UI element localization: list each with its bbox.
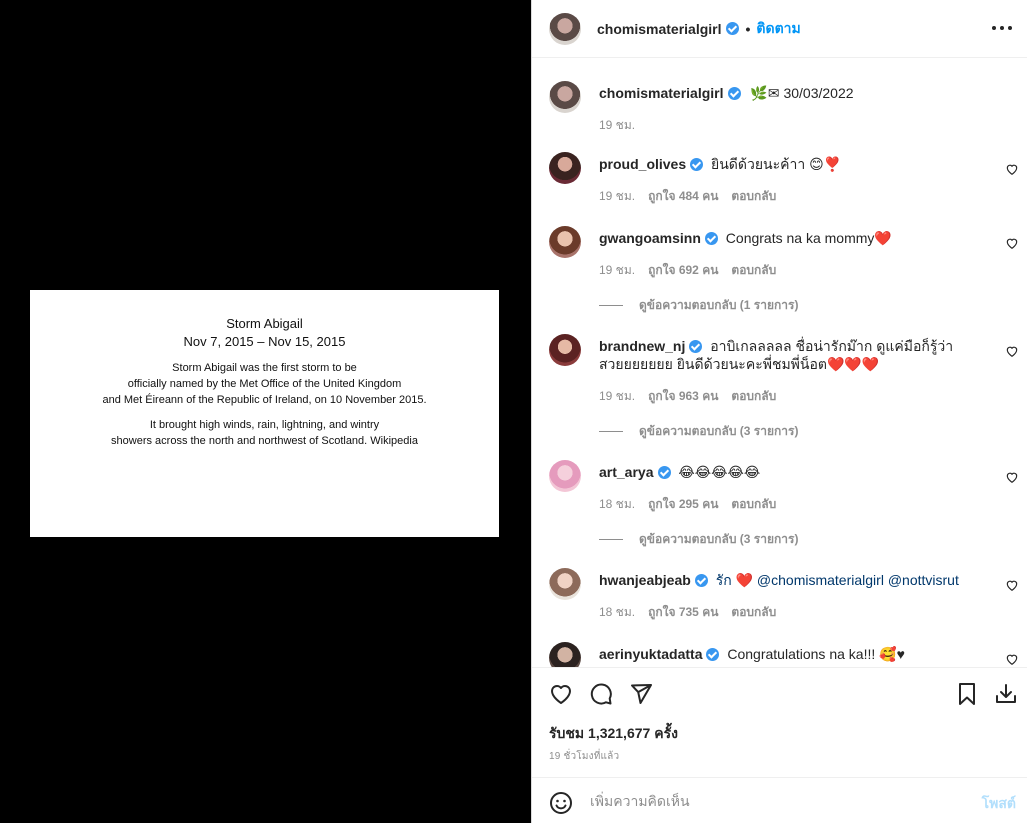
post-panel: chomismaterialgirl • ติดตาม chomismateri… [531, 0, 1027, 823]
comment-time[interactable]: 18 ชม. [599, 603, 635, 622]
comment-time[interactable]: 19 ชม. [599, 261, 635, 280]
add-comment-bar: โพสต์ [532, 777, 1027, 823]
reply-button[interactable]: ตอบกลับ [731, 187, 776, 206]
caption: chomismaterialgirl 🌿✉ 30/03/2022 19 ชม. [549, 81, 1019, 141]
like-comment-heart-icon[interactable] [1005, 652, 1019, 666]
verified-icon [706, 648, 720, 661]
commenter-avatar[interactable] [549, 642, 581, 667]
comment-text: รัก ❤️ @chomismaterialgirl @nottvisrut [715, 572, 959, 588]
verified-icon [690, 158, 704, 171]
like-comment-heart-icon[interactable] [1005, 236, 1019, 250]
comment-time[interactable]: 19 ชม. [599, 187, 635, 206]
comment-username[interactable]: brandnew_nj [599, 338, 685, 354]
reply-button[interactable]: ตอบกลับ [731, 603, 776, 622]
like-heart-icon[interactable] [549, 682, 573, 706]
verified-icon [689, 340, 703, 353]
post-time[interactable]: 19 ชั่วโมงที่แล้ว [549, 749, 619, 764]
comment-likes[interactable]: ถูกใจ 963 คน [648, 387, 718, 406]
post-media: Storm Abigail Nov 7, 2015 – Nov 15, 2015… [0, 0, 531, 823]
author-username[interactable]: chomismaterialgirl [597, 21, 722, 37]
comment-text: Congratulations na ka!!! 🥰♥ [727, 646, 905, 662]
comment-username[interactable]: art_arya [599, 464, 654, 480]
comments-list[interactable]: chomismaterialgirl 🌿✉ 30/03/2022 19 ชม. … [532, 59, 1027, 667]
caption-time: 19 ชม. [599, 118, 636, 132]
verified-icon [704, 232, 718, 245]
commenter-avatar[interactable] [549, 568, 581, 600]
comment-icon[interactable] [589, 682, 613, 706]
view-count[interactable]: รับชม 1,321,677 ครั้ง [549, 723, 678, 745]
follow-button[interactable]: ติดตาม [756, 18, 800, 40]
comment-username[interactable]: hwanjeabjeab [599, 572, 691, 588]
like-comment-heart-icon[interactable] [1005, 470, 1019, 484]
comment-likes[interactable]: ถูกใจ 295 คน [648, 495, 718, 514]
like-comment-heart-icon[interactable] [1005, 578, 1019, 592]
comment-likes[interactable]: ถูกใจ 484 คน [648, 187, 718, 206]
comment-text: ยินดีด้วยนะค้าา 😊❣️ [711, 156, 842, 172]
commenter-avatar[interactable] [549, 334, 581, 366]
comment-item: art_arya 😂😂😂😂😂 18 ชม. ถูกใจ 295 คน ตอบกล… [549, 460, 1019, 560]
verified-icon [725, 22, 739, 35]
comment-item: proud_olives ยินดีด้วยนะค้าา 😊❣️ 19 ชม. … [549, 152, 1019, 212]
comment-item: hwanjeabjeab รัก ❤️ @chomismaterialgirl … [549, 568, 1019, 628]
comment-time[interactable]: 19 ชม. [599, 387, 635, 406]
commenter-avatar[interactable] [549, 460, 581, 492]
download-icon[interactable] [994, 682, 1018, 706]
caption-text: 🌿✉ 30/03/2022 [750, 85, 854, 101]
comment-time[interactable]: 18 ชม. [599, 495, 635, 514]
commenter-avatar[interactable] [549, 226, 581, 258]
comment-text: 😂😂😂😂😂 [678, 464, 761, 480]
verified-icon [657, 466, 671, 479]
caption-username[interactable]: chomismaterialgirl [599, 85, 724, 101]
save-bookmark-icon[interactable] [955, 682, 979, 706]
reply-button[interactable]: ตอบกลับ [731, 387, 776, 406]
like-comment-heart-icon[interactable] [1005, 344, 1019, 358]
verified-icon [727, 87, 741, 100]
comment-likes[interactable]: ถูกใจ 692 คน [648, 261, 718, 280]
view-replies-button[interactable]: ดูข้อความตอบกลับ (1 รายการ) [599, 296, 798, 315]
separator-dot: • [745, 20, 751, 37]
action-bar: รับชม 1,321,677 ครั้ง 19 ชั่วโมงที่แล้ว [532, 667, 1027, 777]
more-options-icon[interactable] [992, 18, 1012, 38]
verified-icon [694, 574, 708, 587]
comment-likes[interactable]: ถูกใจ 735 คน [648, 603, 718, 622]
comment-text: Congrats na ka mommy❤️ [725, 230, 892, 246]
reply-button[interactable]: ตอบกลับ [731, 495, 776, 514]
author-avatar[interactable] [549, 12, 581, 45]
view-replies-button[interactable]: ดูข้อความตอบกลับ (3 รายการ) [599, 422, 798, 441]
media-paragraph-1: Storm Abigail was the first storm to be … [102, 362, 427, 406]
post-header: chomismaterialgirl • ติดตาม [532, 0, 1027, 58]
media-paragraph-2: It brought high winds, rain, lightning, … [111, 419, 418, 447]
media-title: Storm Abigail [226, 316, 303, 331]
comment-username[interactable]: proud_olives [599, 156, 686, 172]
emoji-icon[interactable] [549, 791, 573, 815]
like-comment-heart-icon[interactable] [1005, 162, 1019, 176]
reply-button[interactable]: ตอบกลับ [731, 261, 776, 280]
comment-item: aerinyuktadatta Congratulations na ka!!!… [549, 642, 1019, 667]
comment-username[interactable]: aerinyuktadatta [599, 646, 702, 662]
comment-item: gwangoamsinn Congrats na ka mommy❤️ 19 ช… [549, 226, 1019, 326]
comment-item: brandnew_nj อาบิเกลลลลล ชื่อน่ารักม๊าก ด… [549, 334, 1019, 454]
media-dates: Nov 7, 2015 – Nov 15, 2015 [183, 334, 346, 349]
share-icon[interactable] [629, 682, 653, 706]
author-avatar[interactable] [549, 81, 581, 113]
comment-input[interactable] [590, 790, 960, 812]
commenter-avatar[interactable] [549, 152, 581, 184]
post-button[interactable]: โพสต์ [982, 793, 1016, 815]
media-image[interactable]: Storm Abigail Nov 7, 2015 – Nov 15, 2015… [30, 290, 499, 537]
comment-username[interactable]: gwangoamsinn [599, 230, 701, 246]
view-replies-button[interactable]: ดูข้อความตอบกลับ (3 รายการ) [599, 530, 798, 549]
